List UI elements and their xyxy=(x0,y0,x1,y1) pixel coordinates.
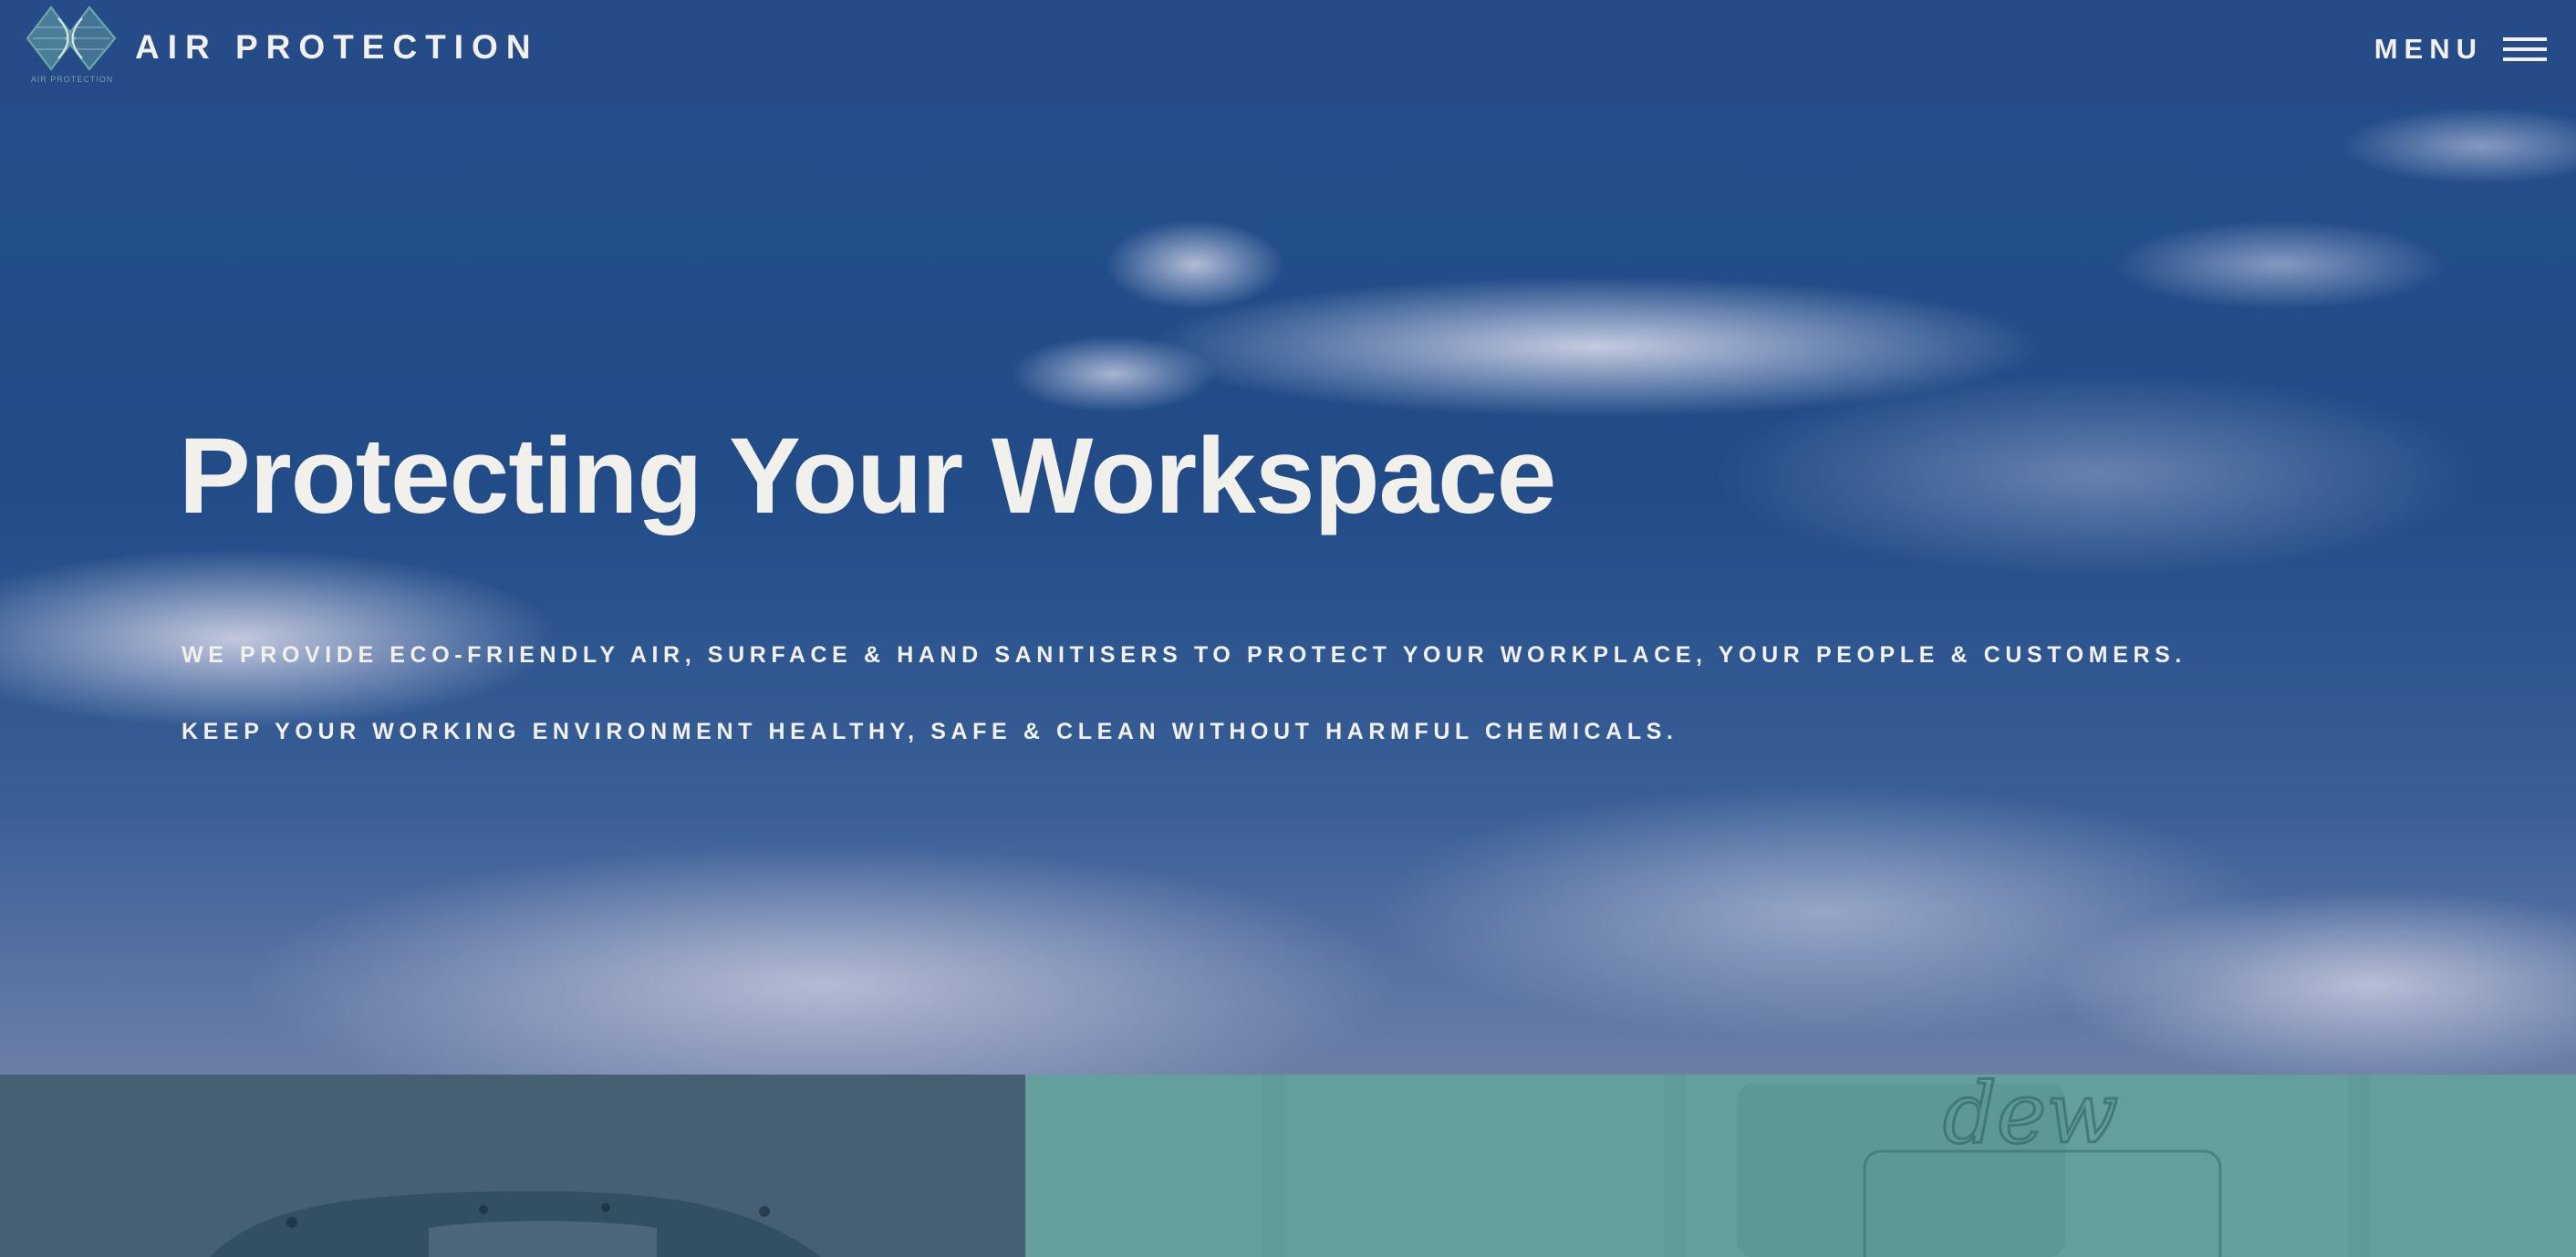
top-navbar: AIR PROTECTION AIR PROTECTION MENU xyxy=(0,0,2576,106)
logo-caption: AIR PROTECTION xyxy=(31,75,114,84)
air-protection-logo[interactable]: AIR PROTECTION xyxy=(24,5,120,88)
dew-product-image: dew xyxy=(1262,1075,2370,1257)
product-image xyxy=(210,1190,821,1257)
hero-tagline: WE PROVIDE ECO-FRIENDLY AIR, SURFACE & H… xyxy=(182,642,2186,668)
feature-card-left[interactable] xyxy=(0,1075,1025,1257)
dew-logo-text: dew xyxy=(1943,1075,2118,1162)
hamburger-icon xyxy=(2503,37,2547,61)
feature-card-right[interactable]: dew xyxy=(1025,1075,2576,1257)
brand-name[interactable]: AIR PROTECTION xyxy=(135,26,539,69)
menu-label: MENU xyxy=(2373,33,2483,65)
diamond-logo-icon: AIR PROTECTION xyxy=(26,5,117,84)
hero-subtagline: KEEP YOUR WORKING ENVIRONMENT HEALTHY, S… xyxy=(182,719,1678,744)
hero-section: Protecting Your Workspace WE PROVIDE ECO… xyxy=(0,0,2576,1075)
menu-button[interactable]: MENU xyxy=(2374,27,2547,71)
hero-headline: Protecting Your Workspace xyxy=(179,416,1556,536)
